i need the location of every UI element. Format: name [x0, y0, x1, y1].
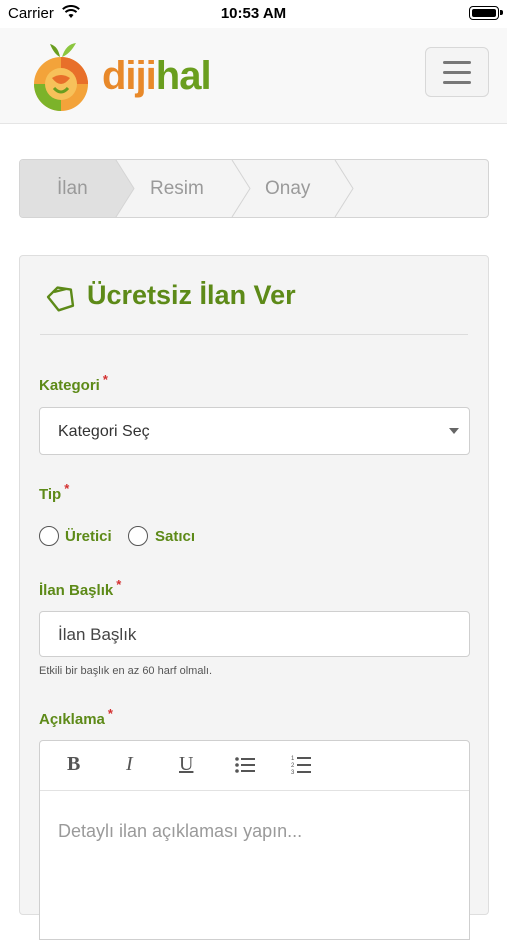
listing-title-hint: Etkili bir başlık en az 60 harf olmalı.	[39, 665, 213, 677]
listing-title-label: İlan Başlık *	[39, 577, 122, 599]
header: dijihal	[0, 28, 507, 124]
radio-uretici[interactable]	[39, 526, 59, 546]
logo-fruit-icon	[34, 43, 88, 111]
bullet-list-icon[interactable]	[235, 756, 255, 780]
description-editor[interactable]: B I U 123 Detaylı ilan açıklaması yapın.…	[39, 740, 470, 940]
editor-toolbar: B I U 123	[40, 741, 469, 791]
category-select-value: Kategori Seç	[58, 423, 150, 440]
step-onay[interactable]: Onay	[265, 160, 310, 217]
step-ilan[interactable]: İlan	[57, 160, 88, 217]
status-bar: Carrier 10:53 AM	[0, 0, 507, 28]
svg-text:2: 2	[291, 763, 295, 769]
form-title: Ücretsiz İlan Ver	[87, 280, 296, 310]
radio-satici[interactable]	[128, 526, 148, 546]
category-select[interactable]: Kategori Seç	[39, 407, 470, 455]
step-wizard: İlan Resim Onay	[19, 159, 489, 218]
hamburger-icon	[443, 61, 471, 64]
menu-button[interactable]	[425, 47, 489, 97]
divider	[40, 334, 468, 335]
clock: 10:53 AM	[220, 5, 287, 22]
battery-icon	[469, 6, 503, 20]
tag-icon	[46, 284, 76, 317]
italic-button[interactable]: I	[126, 753, 133, 776]
svg-text:1: 1	[291, 756, 295, 762]
underline-button[interactable]: U	[179, 753, 193, 776]
category-label: Kategori *	[39, 372, 108, 394]
step-resim[interactable]: Resim	[150, 160, 204, 217]
radio-satici-label[interactable]: Satıcı	[155, 528, 195, 545]
bold-button[interactable]: B	[67, 753, 80, 776]
listing-form-card: Ücretsiz İlan Ver Kategori * Kategori Seç…	[19, 255, 489, 940]
step-arrows	[115, 160, 354, 217]
type-label: Tip *	[39, 481, 70, 503]
svg-text:3: 3	[291, 770, 295, 776]
description-placeholder: Detaylı ilan açıklaması yapın...	[58, 821, 303, 841]
listing-title-input[interactable]: İlan Başlık	[39, 611, 470, 657]
description-label: Açıklama *	[39, 706, 113, 728]
chevron-down-icon	[449, 428, 459, 434]
listing-title-placeholder: İlan Başlık	[58, 625, 137, 644]
numbered-list-icon[interactable]: 123	[291, 754, 311, 782]
radio-uretici-label[interactable]: Üretici	[65, 528, 112, 545]
logo[interactable]: dijihal	[30, 38, 250, 114]
logo-text: dijihal	[102, 54, 212, 98]
